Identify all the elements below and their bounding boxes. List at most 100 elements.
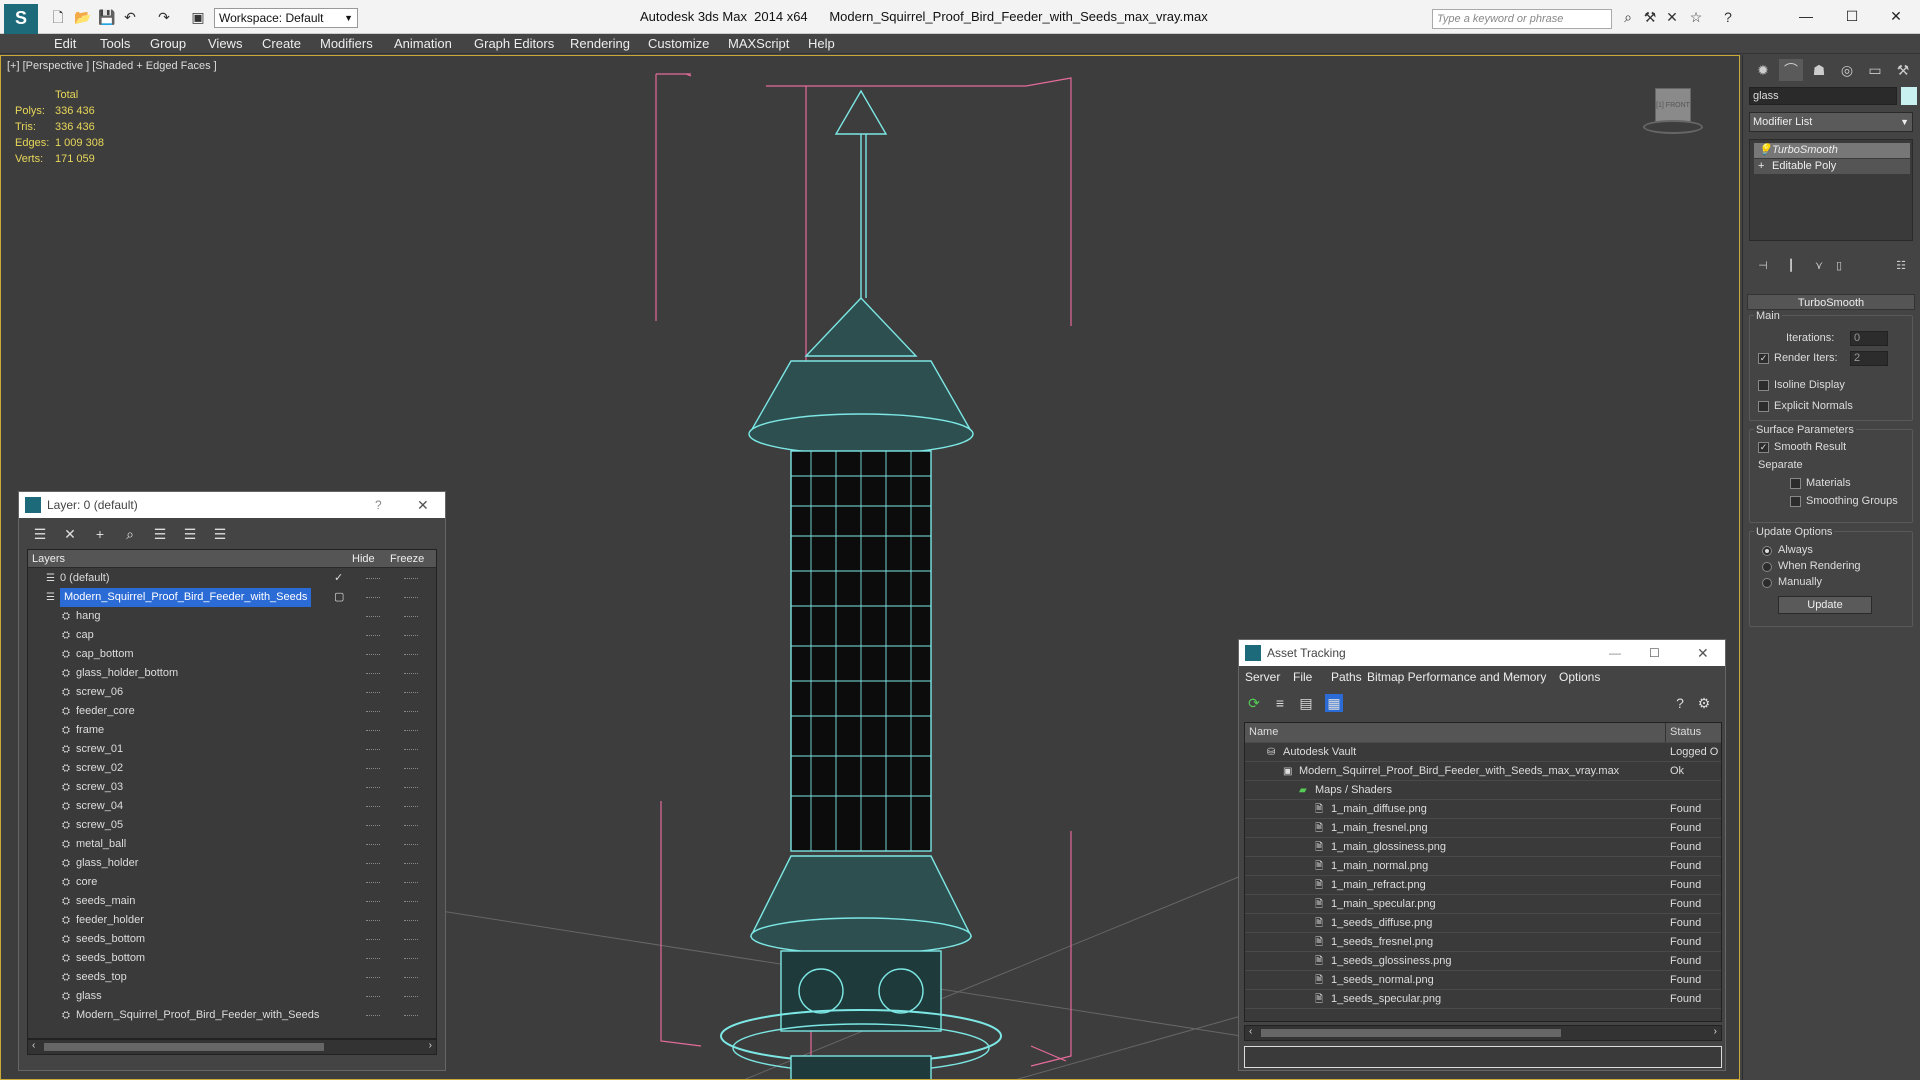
stack-item-turbosmooth[interactable]: 💡 TurboSmooth <box>1754 143 1910 158</box>
menu-options[interactable]: Options <box>1559 670 1600 684</box>
scroll-right-icon[interactable]: › <box>1714 1026 1717 1037</box>
close-icon[interactable]: ✕ <box>1697 640 1709 666</box>
when-rendering-radio[interactable] <box>1762 562 1772 572</box>
freeze-toggle[interactable] <box>404 597 418 599</box>
menu-bitmap-performance[interactable]: Bitmap Performance and Memory <box>1367 670 1546 684</box>
freeze-toggle[interactable] <box>404 711 418 713</box>
layer-row[interactable]: ☰ 0 (default) ✓ <box>28 569 436 588</box>
layer-row[interactable]: ⛭ Modern_Squirrel_Proof_Bird_Feeder_with_… <box>28 1006 436 1025</box>
freeze-toggle[interactable] <box>404 635 418 637</box>
scroll-right-icon[interactable]: › <box>429 1040 432 1051</box>
layer-row[interactable]: ⛭ seeds_bottom <box>28 930 436 949</box>
select-objects-icon[interactable]: ⌕ <box>121 525 139 543</box>
expand-icon[interactable]: + <box>1758 159 1764 174</box>
layer-row[interactable]: ⛭ glass_holder <box>28 854 436 873</box>
hide-toggle[interactable] <box>366 882 380 884</box>
communication-icon[interactable]: ✕ <box>1664 9 1680 25</box>
settings-icon[interactable]: ⚙ <box>1695 694 1713 712</box>
materials-checkbox[interactable] <box>1790 478 1801 489</box>
open-file-icon[interactable]: 📂 <box>74 9 91 25</box>
current-layer-check-icon[interactable]: ✓ <box>334 569 343 588</box>
asset-row[interactable]: 🗎 1_main_glossiness.png Found <box>1245 838 1721 857</box>
freeze-toggle[interactable] <box>404 654 418 656</box>
workspace-dropdown[interactable]: Workspace: Default ▼ <box>214 8 358 28</box>
menu-tools[interactable]: Tools <box>100 36 130 51</box>
hide-toggle[interactable] <box>366 692 380 694</box>
freeze-toggle[interactable] <box>404 730 418 732</box>
render-iters-spinner[interactable]: 2 <box>1850 351 1888 366</box>
menu-animation[interactable]: Animation <box>394 36 452 51</box>
hide-toggle[interactable] <box>366 939 380 941</box>
list-view-icon[interactable]: ≡ <box>1271 694 1289 712</box>
freeze-toggle[interactable] <box>404 825 418 827</box>
layer-row[interactable]: ⛭ seeds_bottom <box>28 949 436 968</box>
delete-layer-icon[interactable]: ✕ <box>61 525 79 543</box>
menu-rendering[interactable]: Rendering <box>570 36 630 51</box>
new-file-icon[interactable]: 🗋 <box>50 9 66 25</box>
layer-row[interactable]: ⛭ core <box>28 873 436 892</box>
menu-paths[interactable]: Paths <box>1331 670 1362 684</box>
layer-dialog-titlebar[interactable]: Layer: 0 (default) ? ✕ <box>19 492 445 518</box>
layer-row[interactable]: ⛭ seeds_main <box>28 892 436 911</box>
create-layer-icon[interactable]: ☰ <box>31 525 49 543</box>
remove-modifier-icon[interactable]: ▯ <box>1827 255 1851 277</box>
minimize-button[interactable]: — <box>1786 6 1826 26</box>
layer-row[interactable]: ⛭ screw_04 <box>28 797 436 816</box>
hide-toggle[interactable] <box>366 654 380 656</box>
menu-customize[interactable]: Customize <box>648 36 709 51</box>
iterations-spinner[interactable]: 0 <box>1850 331 1888 346</box>
utilities-tab-icon[interactable]: ⚒ <box>1891 59 1915 81</box>
pin-stack-icon[interactable]: ⊣ <box>1751 255 1775 277</box>
search-input[interactable]: Type a keyword or phrase <box>1432 9 1612 29</box>
show-end-result-icon[interactable]: ┃ <box>1779 255 1803 277</box>
hide-toggle[interactable] <box>366 616 380 618</box>
menu-edit[interactable]: Edit <box>54 36 76 51</box>
freeze-toggle[interactable] <box>404 901 418 903</box>
hide-toggle[interactable] <box>366 844 380 846</box>
scroll-left-icon[interactable]: ‹ <box>1249 1026 1252 1037</box>
layer-row[interactable]: ⛭ seeds_top <box>28 968 436 987</box>
subscription-icon[interactable]: ⚒ <box>1642 9 1658 25</box>
layer-row[interactable]: ⛭ screw_06 <box>28 683 436 702</box>
hold-icon[interactable]: ▣ <box>190 9 206 25</box>
maximize-button[interactable]: ☐ <box>1649 640 1660 666</box>
isoline-display-checkbox[interactable] <box>1758 380 1769 391</box>
hide-toggle[interactable] <box>366 977 380 979</box>
hide-column-header[interactable]: Hide <box>352 550 375 568</box>
highlight-layer-icon[interactable]: ☰ <box>151 525 169 543</box>
hide-toggle[interactable] <box>366 730 380 732</box>
menu-modifiers[interactable]: Modifiers <box>320 36 373 51</box>
layer-row[interactable]: ⛭ screw_03 <box>28 778 436 797</box>
layers-column-header[interactable]: Layers <box>32 550 65 568</box>
update-button[interactable]: Update <box>1778 596 1872 614</box>
smooth-result-checkbox[interactable]: ✓ <box>1758 442 1769 453</box>
help-icon[interactable]: ? <box>1720 9 1736 25</box>
object-name-field[interactable]: glass <box>1749 87 1897 105</box>
manually-radio[interactable] <box>1762 578 1772 588</box>
help-button[interactable]: ? <box>375 492 382 518</box>
save-icon[interactable]: 💾 <box>98 9 115 25</box>
layer-row[interactable]: ⛭ cap_bottom <box>28 645 436 664</box>
hide-toggle[interactable] <box>366 958 380 960</box>
freeze-toggle[interactable] <box>404 996 418 998</box>
menu-file[interactable]: File <box>1293 670 1312 684</box>
object-color-swatch[interactable] <box>1901 87 1917 105</box>
hide-toggle[interactable] <box>366 673 380 675</box>
layer-row[interactable]: ☰ Modern_Squirrel_Proof_Bird_Feeder_with_… <box>28 588 436 607</box>
freeze-toggle[interactable] <box>404 749 418 751</box>
layer-row[interactable]: ⛭ hang <box>28 607 436 626</box>
freeze-toggle[interactable] <box>404 844 418 846</box>
freeze-toggle[interactable] <box>404 806 418 808</box>
motion-tab-icon[interactable]: ◎ <box>1835 59 1859 81</box>
layer-row[interactable]: ⛭ glass_holder_bottom <box>28 664 436 683</box>
hide-toggle[interactable] <box>366 768 380 770</box>
hide-toggle[interactable] <box>366 920 380 922</box>
menu-group[interactable]: Group <box>150 36 186 51</box>
scroll-left-icon[interactable]: ‹ <box>32 1040 35 1051</box>
configure-sets-icon[interactable]: ☷ <box>1889 255 1913 277</box>
set-current-box-icon[interactable]: ▢ <box>334 588 344 607</box>
name-column-header[interactable]: Name <box>1249 723 1278 742</box>
refresh-icon[interactable]: ⟳ <box>1245 694 1263 712</box>
asset-row[interactable]: ▣ Modern_Squirrel_Proof_Bird_Feeder_with_… <box>1245 762 1721 781</box>
hide-toggle[interactable] <box>366 1015 380 1017</box>
